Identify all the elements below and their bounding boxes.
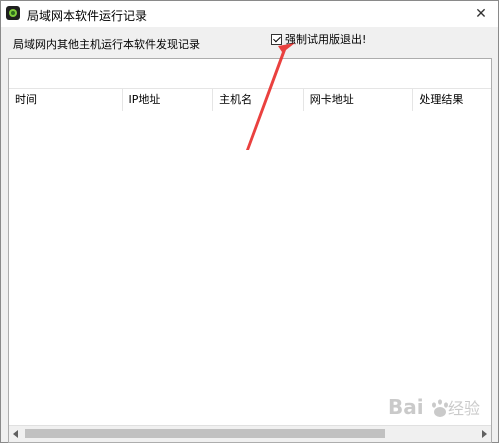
description-text: 局域网内其他主机运行本软件发现记录 [13,38,200,51]
window: 局域网本软件运行记录 ✕ 局域网内其他主机运行本软件发现记录 强制试用版退出! … [0,0,499,443]
force-exit-checkbox-group[interactable]: 强制试用版退出! [271,31,366,47]
app-icon [6,6,20,20]
baidu-watermark-logo: Bai 经验 [388,395,480,419]
close-button[interactable]: ✕ [464,1,498,27]
force-exit-checkbox[interactable] [271,33,282,45]
scroll-left-icon[interactable] [13,430,18,438]
window-title: 局域网本软件运行记录 [27,9,148,23]
column-header-hostname[interactable]: 主机名 [213,89,304,111]
column-header-time[interactable]: 时间 [9,89,123,111]
column-header-result[interactable]: 处理结果 [413,89,491,111]
svg-text:Bai: Bai [388,395,424,419]
scrollbar-thumb[interactable] [25,429,385,438]
horizontal-scrollbar[interactable] [9,425,491,442]
svg-text:经验: 经验 [448,399,480,418]
records-list-view[interactable]: 时间 IP地址 主机名 网卡地址 处理结果 [8,58,492,443]
title-bar[interactable]: 局域网本软件运行记录 ✕ [1,1,498,27]
scroll-right-icon[interactable] [482,430,487,438]
column-header-ip[interactable]: IP地址 [123,89,214,111]
force-exit-label[interactable]: 强制试用版退出! [285,31,366,47]
list-header: 时间 IP地址 主机名 网卡地址 处理结果 [9,88,491,111]
column-header-mac[interactable]: 网卡地址 [304,89,414,111]
